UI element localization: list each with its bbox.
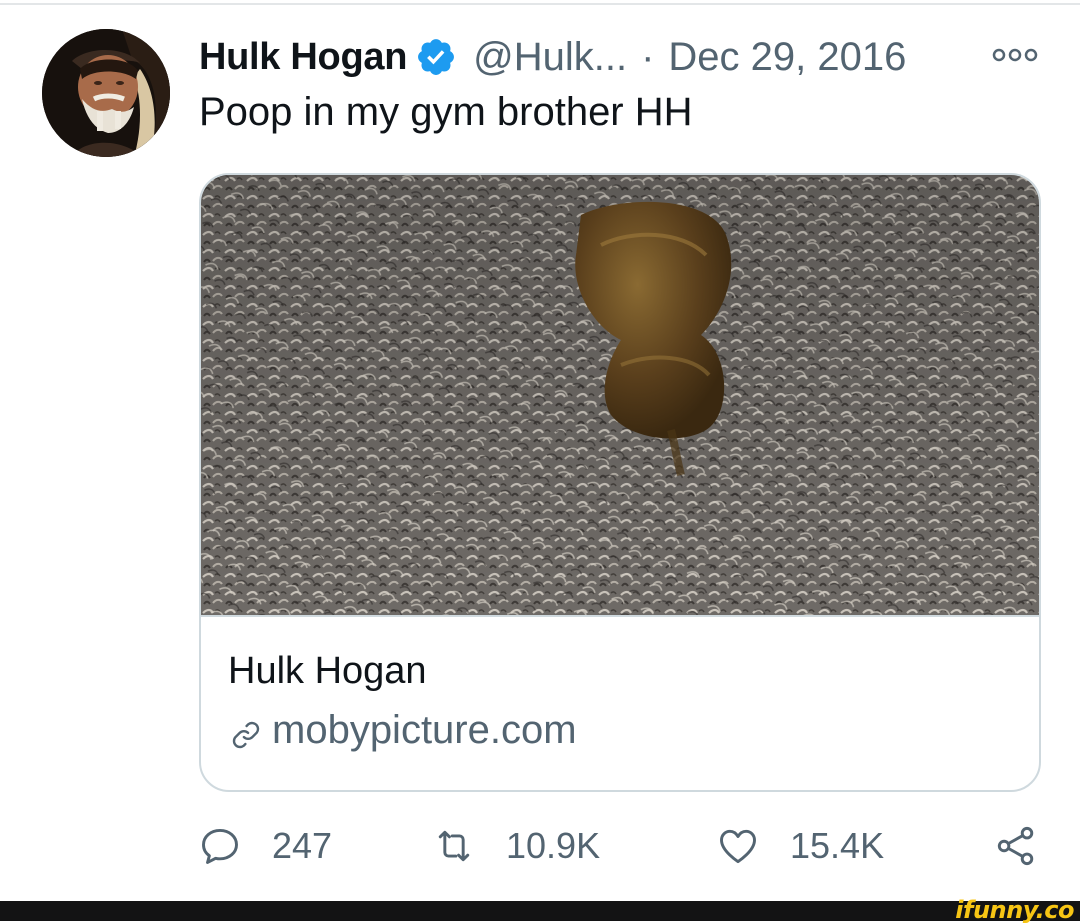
reply-button[interactable]: 247 — [198, 820, 332, 872]
card-image — [201, 175, 1039, 617]
like-count: 15.4K — [790, 825, 885, 866]
card-title: Hulk Hogan — [228, 650, 427, 692]
author-name[interactable]: Hulk Hogan — [199, 36, 407, 79]
tweet-timestamp[interactable]: Dec 29, 2016 — [668, 35, 906, 80]
retweet-icon — [438, 830, 470, 862]
link-card[interactable]: Hulk Hogan mobypicture.com — [199, 173, 1041, 792]
card-domain: mobypicture.com — [272, 708, 577, 752]
like-button[interactable]: 15.4K — [716, 820, 884, 872]
top-divider — [0, 3, 1080, 5]
share-icon — [997, 826, 1034, 866]
tweet-actions: 247 10.9K 15.4K — [0, 820, 1080, 872]
retweet-count: 10.9K — [506, 825, 601, 866]
author-handle[interactable]: @Hulk... — [473, 35, 627, 80]
tweet-header: Hulk Hogan @Hulk... · Dec 29, 2016 — [199, 28, 906, 86]
verified-badge-icon — [418, 39, 455, 75]
link-icon — [232, 721, 260, 748]
card-link[interactable]: mobypicture.com — [228, 708, 577, 753]
header-separator: · — [641, 34, 655, 79]
heart-icon — [720, 829, 756, 864]
ifunny-watermark: ifunny.co — [955, 896, 1074, 924]
more-options-icon[interactable] — [990, 44, 1040, 66]
share-button[interactable] — [994, 820, 1038, 872]
avatar[interactable] — [42, 29, 170, 157]
reply-icon — [202, 828, 238, 864]
retweet-button[interactable]: 10.9K — [432, 820, 600, 872]
carpet-photo — [201, 175, 1039, 615]
reply-count: 247 — [272, 825, 333, 866]
footer-bar — [0, 901, 1080, 921]
avatar-image — [42, 29, 170, 157]
tweet-text: Poop in my gym brother HH — [199, 90, 693, 134]
